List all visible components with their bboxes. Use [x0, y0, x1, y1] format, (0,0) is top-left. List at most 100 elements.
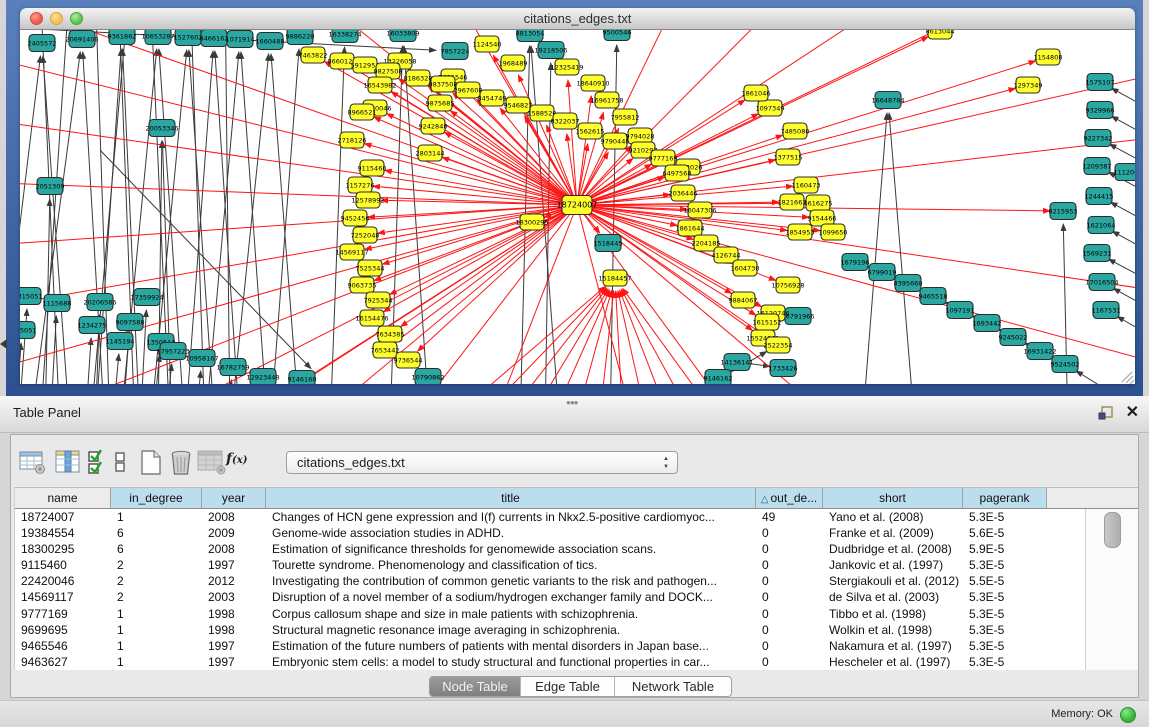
table-cell[interactable]: Yano et al. (2008) [823, 509, 963, 525]
table-cell[interactable]: Stergiakouli et al. (2012) [823, 573, 963, 589]
table-settings-icon[interactable] [19, 449, 47, 475]
column-header-title[interactable]: title [266, 488, 756, 508]
graph-edge[interactable] [225, 30, 230, 384]
table-cell[interactable]: 0 [756, 541, 823, 557]
table-cell[interactable]: 5.5E-5 [963, 573, 1047, 589]
table-cell[interactable]: de Silva et al. (2003) [823, 589, 963, 605]
column-header-pagerank[interactable]: pagerank [963, 488, 1047, 508]
table-cell[interactable]: Dudbridge et al. (2008) [823, 541, 963, 557]
table-cell[interactable]: 9699695 [15, 622, 111, 638]
table-cell[interactable]: 2 [111, 557, 202, 573]
delete-table-icon[interactable] [168, 449, 194, 476]
table-cell[interactable]: Tibbo et al. (1998) [823, 606, 963, 622]
table-cell[interactable]: 2008 [202, 541, 266, 557]
table-row[interactable]: 2242004622012Investigating the contribut… [15, 573, 1138, 589]
tab-edge-table[interactable]: Edge Table [521, 677, 615, 696]
table-cell[interactable]: 9465546 [15, 638, 111, 654]
table-cell[interactable]: 9463627 [15, 654, 111, 670]
memory-ok-indicator-icon[interactable] [1120, 707, 1136, 723]
graph-edge[interactable] [568, 80, 577, 205]
graph-edge[interactable] [1076, 371, 1110, 384]
row-height-icon[interactable] [114, 449, 126, 475]
tab-network-table[interactable]: Network Table [615, 677, 731, 696]
function-builder-icon[interactable]: f(x) [226, 451, 247, 467]
table-cell[interactable]: 5.6E-5 [963, 525, 1047, 541]
table-row[interactable]: 1456911722003Disruption of a novel membe… [15, 589, 1138, 605]
table-cell[interactable]: Nakamura et al. (1997) [823, 638, 963, 654]
minimize-window-button[interactable] [50, 12, 63, 25]
table-cell[interactable]: 18724007 [15, 509, 111, 525]
table-row[interactable]: 1830029562008Estimation of significance … [15, 541, 1138, 557]
table-cell[interactable]: Hescheler et al. (1997) [823, 654, 963, 670]
table-row[interactable]: 969969511998Structural magnetic resonanc… [15, 622, 1138, 638]
column-header-in_degree[interactable]: in_degree [111, 488, 202, 508]
network-canvas[interactable]: 2405572206914069361862106532871527602846… [20, 30, 1135, 384]
table-row[interactable]: 911546021997Tourette syndrome. Phenomeno… [15, 557, 1138, 573]
table-cell[interactable]: 14569117 [15, 589, 111, 605]
resize-grip-icon[interactable] [1122, 372, 1134, 384]
table-cell[interactable]: Jankovic et al. (1997) [823, 557, 963, 573]
table-cell[interactable]: Structural magnetic resonance image aver… [266, 622, 756, 638]
table-cell[interactable]: Estimation of significance thresholds fo… [266, 541, 756, 557]
table-cell[interactable]: 0 [756, 622, 823, 638]
table-cell[interactable]: 49 [756, 509, 823, 525]
graph-edge[interactable] [85, 338, 91, 384]
table-cell[interactable]: 2009 [202, 525, 266, 541]
table-cell[interactable]: 5.3E-5 [963, 509, 1047, 525]
graph-edge[interactable] [577, 96, 591, 205]
table-selector-dropdown[interactable]: citations_edges.txt ▲▼ [286, 451, 678, 474]
table-cell[interactable]: Estimation of the future numbers of pati… [266, 638, 756, 654]
graph-edge[interactable] [621, 289, 712, 384]
table-cell[interactable]: Genome-wide association studies in ADHD. [266, 525, 756, 541]
table-cell[interactable]: Changes of HCN gene expression and I(f) … [266, 509, 756, 525]
close-panel-icon[interactable]: ✕ [1126, 402, 1139, 422]
graph-edge[interactable] [271, 54, 300, 384]
splitter-grip-icon[interactable]: ●●● [566, 398, 578, 407]
table-cell[interactable]: 19384554 [15, 525, 111, 541]
zoom-window-button[interactable] [70, 12, 83, 25]
table-cell[interactable]: 1 [111, 509, 202, 525]
table-cell[interactable]: 5.9E-5 [963, 541, 1047, 557]
table-cell[interactable]: 0 [756, 573, 823, 589]
graph-edge[interactable] [1111, 116, 1135, 170]
graph-edge[interactable] [1112, 231, 1135, 285]
attribute-table[interactable]: namein_degreeyeartitle△out_de...shortpag… [14, 487, 1138, 670]
table-cell[interactable]: 0 [756, 557, 823, 573]
column-header-name[interactable]: name [15, 488, 111, 508]
column-header-out_de[interactable]: △out_de... [756, 488, 823, 508]
new-table-icon[interactable] [139, 449, 163, 476]
graph-edge[interactable] [1117, 316, 1135, 370]
table-cell[interactable]: 9777169 [15, 606, 111, 622]
table-cell[interactable]: 1 [111, 606, 202, 622]
table-cell[interactable]: 2012 [202, 573, 266, 589]
table-cell[interactable]: Wolkin et al. (1998) [823, 622, 963, 638]
graph-edge[interactable] [395, 205, 577, 342]
table-cell[interactable]: 18300295 [15, 541, 111, 557]
table-row[interactable]: 1938455462009Genome-wide association stu… [15, 525, 1138, 541]
tab-node-table[interactable]: Node Table [430, 677, 521, 696]
table-scrollbar-thumb[interactable] [1104, 512, 1121, 548]
graph-edge[interactable] [505, 289, 608, 384]
table-cell[interactable]: Franke et al. (2009) [823, 525, 963, 541]
table-cell[interactable]: 0 [756, 654, 823, 670]
table-cell[interactable]: 2003 [202, 589, 266, 605]
graph-edge[interactable] [577, 130, 1135, 205]
table-scrollbar[interactable] [1085, 509, 1138, 670]
import-table-icon[interactable] [197, 449, 227, 475]
table-cell[interactable]: 5.3E-5 [963, 557, 1047, 573]
graph-edge[interactable] [374, 117, 577, 205]
table-cell[interactable]: 1 [111, 622, 202, 638]
graph-edge[interactable] [577, 60, 1135, 205]
table-row[interactable]: 946554611997Estimation of the future num… [15, 638, 1138, 654]
table-cell[interactable]: 5.3E-5 [963, 622, 1047, 638]
table-cell[interactable]: Investigating the contribution of common… [266, 573, 756, 589]
table-cell[interactable]: 1997 [202, 654, 266, 670]
column-header-year[interactable]: year [202, 488, 266, 508]
column-header-short[interactable]: short [823, 488, 963, 508]
graph-edge[interactable] [1111, 88, 1135, 142]
table-cell[interactable]: 1997 [202, 638, 266, 654]
table-cell[interactable]: Embryonic stem cells: a model to study s… [266, 654, 756, 670]
table-cell[interactable]: 0 [756, 638, 823, 654]
table-cell[interactable]: 9115460 [15, 557, 111, 573]
table-cell[interactable]: 0 [756, 589, 823, 605]
